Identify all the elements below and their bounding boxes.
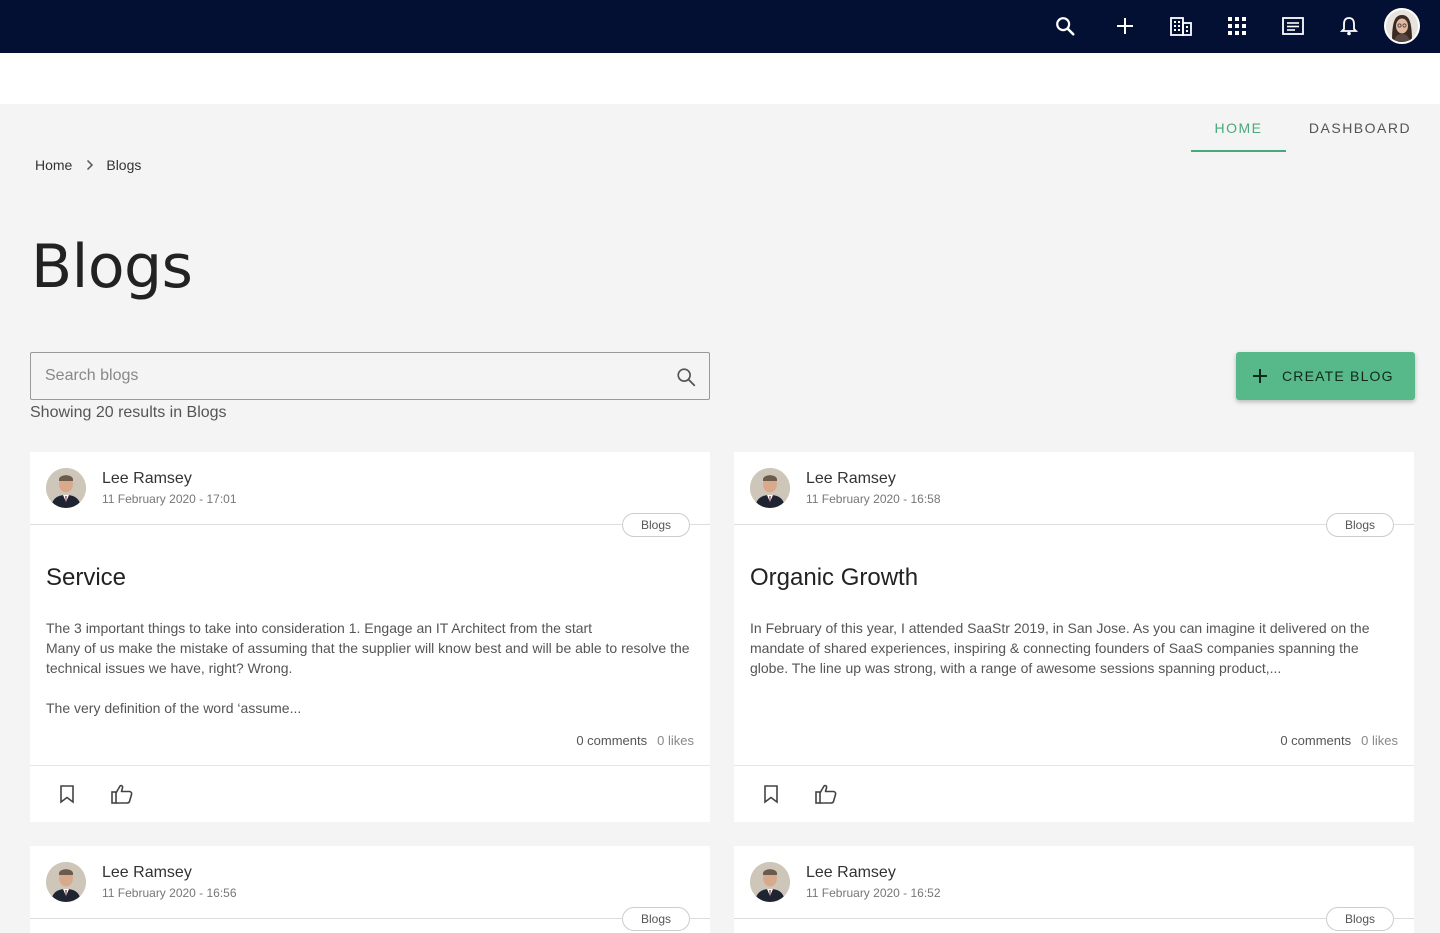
likes-count: 0 likes	[657, 733, 694, 748]
author-name[interactable]: Lee Ramsey	[806, 470, 896, 488]
create-blog-button[interactable]: CREATE BLOG	[1236, 352, 1415, 400]
results-count: Showing 20 results in Blogs	[30, 404, 227, 421]
post-date: 11 February 2020 - 16:58	[806, 492, 941, 506]
news-icon[interactable]	[1280, 13, 1306, 39]
post-stats: 0 comments 0 likes	[576, 733, 694, 748]
comments-count[interactable]: 0 comments	[1280, 733, 1351, 748]
author-name[interactable]: Lee Ramsey	[102, 864, 192, 882]
author-avatar[interactable]	[46, 862, 86, 902]
search-input[interactable]	[45, 353, 665, 399]
search-icon[interactable]	[1052, 13, 1078, 39]
author-avatar[interactable]	[46, 468, 86, 508]
post-excerpt: The 3 important things to take into cons…	[46, 620, 690, 716]
divider	[30, 524, 710, 525]
divider	[734, 918, 1414, 919]
plus-icon	[1252, 368, 1268, 384]
category-tag[interactable]: Blogs	[1326, 907, 1395, 931]
blog-card[interactable]: Lee Ramsey 11 February 2020 - 16:52 Blog…	[734, 846, 1414, 933]
tab-dashboard[interactable]: DASHBOARD	[1296, 104, 1424, 152]
plus-icon[interactable]	[1112, 13, 1138, 39]
breadcrumb-current: Blogs	[106, 157, 142, 173]
breadcrumb: Home Blogs	[35, 157, 141, 173]
bookmark-icon[interactable]	[760, 783, 782, 805]
post-title[interactable]: Service	[46, 564, 126, 592]
blog-card[interactable]: Lee Ramsey 11 February 2020 - 16:56 Blog…	[30, 846, 710, 933]
comments-count[interactable]: 0 comments	[576, 733, 647, 748]
divider	[734, 524, 1414, 525]
breadcrumb-home-link[interactable]: Home	[35, 157, 72, 173]
apps-grid-icon[interactable]	[1224, 13, 1250, 39]
thumbs-up-icon[interactable]	[110, 783, 134, 805]
post-stats: 0 comments 0 likes	[1280, 733, 1398, 748]
category-tag[interactable]: Blogs	[622, 513, 691, 537]
chevron-right-icon	[86, 159, 94, 171]
author-avatar[interactable]	[750, 468, 790, 508]
divider	[30, 918, 710, 919]
create-blog-label: CREATE BLOG	[1282, 368, 1394, 384]
building-icon[interactable]	[1168, 13, 1194, 39]
blog-card[interactable]: Lee Ramsey 11 February 2020 - 17:01 Blog…	[30, 452, 710, 822]
post-title[interactable]: Organic Growth	[750, 564, 918, 592]
category-tag[interactable]: Blogs	[1326, 513, 1395, 537]
search-box	[30, 352, 710, 400]
post-excerpt: In February of this year, I attended Saa…	[750, 620, 1370, 676]
likes-count: 0 likes	[1361, 733, 1398, 748]
blog-card[interactable]: Lee Ramsey 11 February 2020 - 16:58 Blog…	[734, 452, 1414, 822]
post-date: 11 February 2020 - 17:01	[102, 492, 237, 506]
tab-home[interactable]: HOME	[1191, 104, 1286, 152]
top-navbar	[0, 0, 1440, 53]
author-name[interactable]: Lee Ramsey	[806, 864, 896, 882]
author-avatar[interactable]	[750, 862, 790, 902]
search-icon[interactable]	[675, 366, 697, 388]
bell-icon[interactable]	[1336, 13, 1362, 39]
header-spacer	[0, 53, 1440, 104]
post-date: 11 February 2020 - 16:52	[806, 886, 941, 900]
bookmark-icon[interactable]	[56, 783, 78, 805]
author-name[interactable]: Lee Ramsey	[102, 470, 192, 488]
category-tag[interactable]: Blogs	[622, 907, 691, 931]
post-date: 11 February 2020 - 16:56	[102, 886, 237, 900]
user-avatar[interactable]	[1384, 8, 1420, 44]
page-title: Blogs	[31, 232, 193, 302]
thumbs-up-icon[interactable]	[814, 783, 838, 805]
divider	[30, 765, 710, 766]
divider	[734, 765, 1414, 766]
